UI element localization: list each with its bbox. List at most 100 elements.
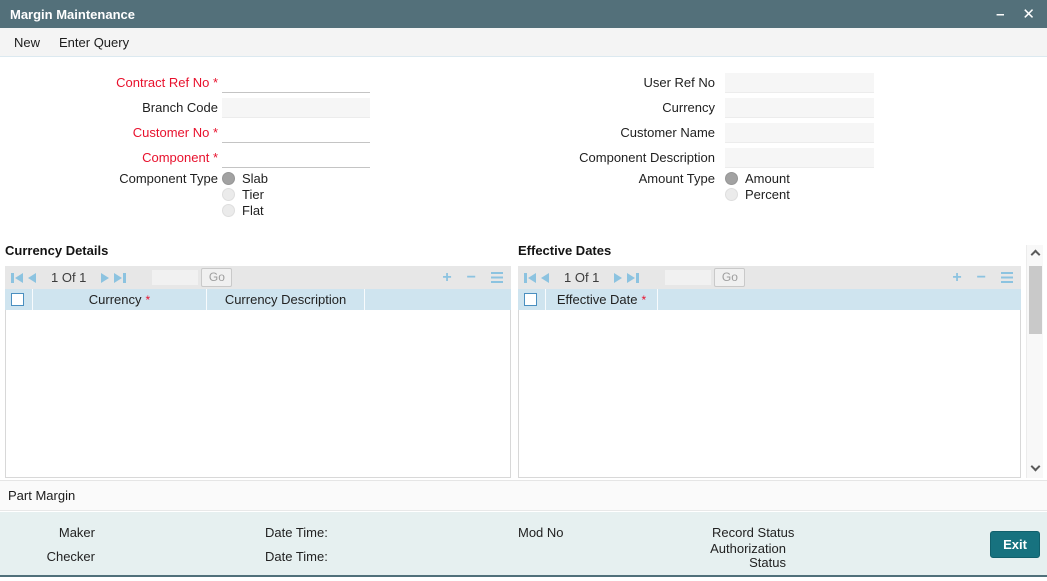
form-right-column: User Ref No Currency Customer Name Compo… bbox=[505, 70, 874, 202]
radio-unselected-icon bbox=[222, 203, 235, 217]
window-controls: – ✕ bbox=[996, 7, 1035, 22]
component-description-row: Component Description bbox=[505, 145, 874, 170]
single-view-icon[interactable] bbox=[1001, 272, 1013, 283]
component-type-row: Component Type Slab Tier Flat bbox=[0, 170, 370, 218]
checker-label: Checker bbox=[46, 549, 95, 564]
currency-column-header: Currency * bbox=[33, 289, 207, 310]
single-view-icon[interactable] bbox=[491, 272, 503, 283]
maker-date-time-label: Date Time: bbox=[265, 525, 328, 540]
amount-type-row: Amount Type Amount Percent bbox=[505, 170, 874, 202]
effective-dates-table-body bbox=[518, 310, 1021, 478]
contract-ref-no-input[interactable] bbox=[222, 72, 370, 93]
radio-selected-icon bbox=[222, 171, 235, 185]
currency-label: Currency bbox=[662, 100, 715, 115]
component-input[interactable] bbox=[222, 147, 370, 168]
scroll-down-icon[interactable] bbox=[1030, 461, 1040, 472]
action-menu-bar: New Enter Query bbox=[0, 28, 1047, 57]
user-ref-no-input bbox=[725, 72, 874, 93]
component-type-option-slab[interactable]: Slab bbox=[222, 170, 268, 186]
margin-maintenance-window: Margin Maintenance – ✕ New Enter Query C… bbox=[0, 0, 1047, 581]
effective-date-column-header: Effective Date * bbox=[546, 289, 658, 310]
mod-no-label: Mod No bbox=[518, 525, 564, 540]
record-status-label: Record Status bbox=[712, 525, 795, 540]
next-page-icon[interactable] bbox=[101, 272, 110, 283]
part-margin-strip: Part Margin bbox=[0, 480, 1047, 511]
contract-ref-no-row: Contract Ref No * bbox=[0, 70, 370, 95]
add-row-icon[interactable]: + bbox=[442, 269, 451, 286]
first-page-icon[interactable] bbox=[524, 272, 536, 283]
part-margin-link[interactable]: Part Margin bbox=[8, 488, 75, 503]
first-page-icon[interactable] bbox=[11, 272, 23, 283]
close-icon[interactable]: ✕ bbox=[1022, 7, 1035, 22]
radio-unselected-icon bbox=[725, 187, 738, 201]
title-bar: Margin Maintenance – ✕ bbox=[0, 0, 1047, 28]
enter-query-menu-item[interactable]: Enter Query bbox=[59, 35, 129, 50]
delete-row-icon[interactable]: − bbox=[467, 269, 476, 286]
go-button[interactable]: Go bbox=[201, 268, 233, 287]
last-page-icon[interactable] bbox=[114, 272, 127, 283]
amount-type-label: Amount Type bbox=[638, 171, 715, 186]
vertical-scrollbar[interactable] bbox=[1026, 245, 1043, 478]
header-check-cell bbox=[5, 289, 33, 310]
exit-button[interactable]: Exit bbox=[990, 531, 1040, 558]
component-row: Component * bbox=[0, 145, 370, 170]
window-title: Margin Maintenance bbox=[10, 6, 135, 22]
customer-no-row: Customer No * bbox=[0, 120, 370, 145]
add-row-icon[interactable]: + bbox=[952, 269, 961, 286]
page-number-input[interactable] bbox=[665, 270, 712, 285]
row-action-icons: + − bbox=[952, 269, 1013, 286]
user-ref-no-label: User Ref No bbox=[643, 75, 715, 90]
currency-input bbox=[725, 97, 874, 118]
customer-no-input[interactable] bbox=[222, 122, 370, 143]
prev-page-icon[interactable] bbox=[28, 272, 36, 283]
customer-name-input bbox=[725, 122, 874, 143]
amount-type-option-percent[interactable]: Percent bbox=[725, 186, 790, 202]
component-description-input bbox=[725, 147, 874, 168]
branch-code-label: Branch Code bbox=[142, 100, 218, 115]
empty-column-header bbox=[658, 289, 1021, 310]
new-menu-item[interactable]: New bbox=[14, 35, 40, 50]
checker-date-time-label: Date Time: bbox=[265, 549, 328, 564]
page-indicator: 1 Of 1 bbox=[564, 270, 600, 285]
radio-selected-icon bbox=[725, 171, 738, 185]
amount-type-radio-group: Amount Percent bbox=[725, 170, 790, 202]
component-type-label: Component Type bbox=[119, 171, 218, 186]
effective-dates-pager: 1 Of 1 Go + − bbox=[518, 266, 1021, 289]
last-page-icon[interactable] bbox=[627, 272, 640, 283]
currency-details-table-header: Currency * Currency Description bbox=[5, 289, 511, 310]
component-type-option-flat[interactable]: Flat bbox=[222, 202, 268, 218]
currency-details-table-body bbox=[5, 310, 511, 478]
page-number-input[interactable] bbox=[152, 270, 199, 285]
empty-column-header bbox=[365, 289, 511, 310]
select-all-checkbox[interactable] bbox=[11, 293, 24, 306]
maker-label: Maker bbox=[58, 525, 95, 540]
customer-name-label: Customer Name bbox=[620, 125, 715, 140]
form-left-column: Contract Ref No * Branch Code Customer N… bbox=[0, 70, 370, 218]
select-all-checkbox[interactable] bbox=[524, 293, 537, 306]
radio-unselected-icon bbox=[222, 187, 235, 201]
customer-name-row: Customer Name bbox=[505, 120, 874, 145]
effective-dates-table-header: Effective Date * bbox=[518, 289, 1021, 310]
currency-details-panel: 1 Of 1 Go + − Currency * Currency Descrip… bbox=[5, 266, 511, 478]
branch-code-input bbox=[222, 97, 370, 118]
component-type-option-tier[interactable]: Tier bbox=[222, 186, 268, 202]
currency-row: Currency bbox=[505, 95, 874, 120]
user-ref-no-row: User Ref No bbox=[505, 70, 874, 95]
scrollbar-thumb[interactable] bbox=[1028, 266, 1042, 334]
currency-details-pager: 1 Of 1 Go + − bbox=[5, 266, 511, 289]
pager-nav: 1 Of 1 bbox=[524, 270, 640, 285]
amount-type-option-amount[interactable]: Amount bbox=[725, 170, 790, 186]
next-page-icon[interactable] bbox=[614, 272, 623, 283]
customer-no-label: Customer No * bbox=[132, 125, 218, 140]
row-action-icons: + − bbox=[442, 269, 503, 286]
scroll-up-icon[interactable] bbox=[1030, 249, 1040, 260]
page-indicator: 1 Of 1 bbox=[51, 270, 87, 285]
contract-ref-no-label: Contract Ref No * bbox=[116, 75, 218, 90]
component-description-label: Component Description bbox=[579, 150, 715, 165]
delete-row-icon[interactable]: − bbox=[977, 269, 986, 286]
minimize-icon[interactable]: – bbox=[996, 7, 1004, 22]
component-label: Component * bbox=[142, 150, 218, 165]
effective-dates-section-title: Effective Dates bbox=[518, 243, 612, 258]
go-button[interactable]: Go bbox=[714, 268, 746, 287]
prev-page-icon[interactable] bbox=[541, 272, 549, 283]
